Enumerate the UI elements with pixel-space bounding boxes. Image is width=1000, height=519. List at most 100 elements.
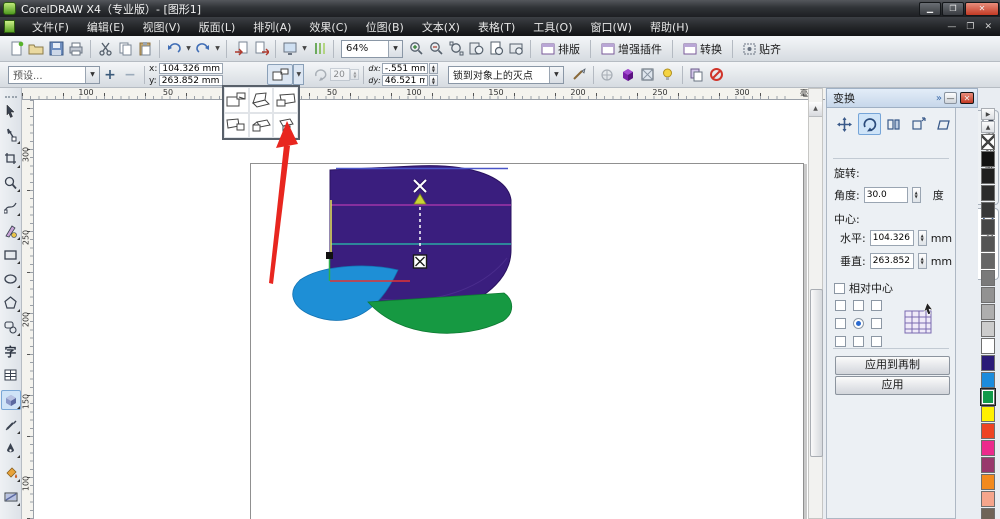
extrude-back-small-icon[interactable] <box>224 87 249 113</box>
node-handle[interactable] <box>326 252 333 259</box>
anchor-top-center[interactable] <box>853 300 864 311</box>
anchor-top-left[interactable] <box>835 300 846 311</box>
anchor-middle-right[interactable] <box>871 318 882 329</box>
palette-swatch-yellow[interactable] <box>981 406 995 422</box>
zoom-all-icon[interactable] <box>466 39 486 59</box>
palette-swatch-gray-30[interactable] <box>981 270 995 286</box>
menu-item-2[interactable]: 视图(V) <box>133 17 189 36</box>
ellipse-tool[interactable] <box>2 270 20 288</box>
palette-swatch-none[interactable] <box>981 134 995 150</box>
palette-swatch-green[interactable] <box>980 388 996 406</box>
paste-icon[interactable] <box>135 39 155 59</box>
polygon-tool[interactable] <box>2 294 20 312</box>
anchor-middle-left[interactable] <box>835 318 846 329</box>
skew-icon[interactable] <box>932 113 955 135</box>
scrollbar-thumb[interactable] <box>810 289 823 457</box>
extrude-type-icon[interactable] <box>267 64 294 85</box>
extrude-color-icon[interactable] <box>618 65 638 85</box>
menu-item-0[interactable]: 文件(F) <box>23 17 78 36</box>
menu-item-5[interactable]: 效果(C) <box>300 17 356 36</box>
palette-swatch-salmon[interactable] <box>981 491 995 507</box>
fill-tool[interactable] <box>2 464 20 482</box>
save-icon[interactable] <box>46 39 66 59</box>
extrude-back-right-icon[interactable] <box>273 87 298 113</box>
cut-icon[interactable] <box>95 39 115 59</box>
zoom-page-icon[interactable] <box>486 39 506 59</box>
bevel-icon[interactable] <box>638 65 658 85</box>
copy-icon[interactable] <box>115 39 135 59</box>
palette-swatch-orange-red[interactable] <box>981 423 995 439</box>
snap-toolbar-button[interactable]: 贴齐 <box>737 39 787 59</box>
zoom-tool[interactable] <box>2 174 20 192</box>
vp-y-input[interactable] <box>381 75 428 86</box>
palette-swatch-black[interactable] <box>981 151 995 167</box>
rectangle-tool[interactable] <box>2 246 20 264</box>
angle-input[interactable] <box>863 187 908 203</box>
undo-dropdown-icon[interactable]: ▼ <box>184 45 193 52</box>
size-icon[interactable] <box>907 113 930 135</box>
table-tool[interactable] <box>2 366 20 384</box>
horizontal-input[interactable] <box>869 230 914 246</box>
zoom-selected-icon[interactable] <box>446 39 466 59</box>
menu-item-4[interactable]: 排列(A) <box>244 17 300 36</box>
doc-minimize-button[interactable]: — <box>947 22 956 32</box>
menu-item-3[interactable]: 版面(L) <box>190 17 245 36</box>
preset-combo-arrow-icon[interactable]: ▼ <box>85 66 99 83</box>
vanishing-point-combo[interactable]: 锁到对象上的灭点 ▼ <box>447 65 564 84</box>
palette-swatch-plum[interactable] <box>981 457 995 473</box>
pie-chart-drawing[interactable] <box>34 100 808 519</box>
docker-close-button[interactable]: ✕ <box>960 92 974 104</box>
vp-combo-arrow-icon[interactable]: ▼ <box>548 66 563 83</box>
app-launcher-icon[interactable] <box>280 39 300 59</box>
rotation-icon[interactable] <box>857 113 881 135</box>
menu-item-7[interactable]: 文本(X) <box>413 17 469 36</box>
freehand-tool[interactable] <box>2 198 20 216</box>
palette-swatch-gray-10[interactable] <box>981 304 995 320</box>
anchor-top-right[interactable] <box>871 300 882 311</box>
relative-center-checkbox[interactable] <box>834 282 845 294</box>
palette-swatch-taupe[interactable] <box>981 508 995 519</box>
menu-item-11[interactable]: 帮助(H) <box>641 17 698 36</box>
convert-toolbar-button[interactable]: 转换 <box>677 39 728 59</box>
pick-tool[interactable] <box>2 102 20 120</box>
lighting-icon[interactable] <box>658 65 678 85</box>
vp-brush-icon[interactable] <box>569 65 589 85</box>
palette-options-icon[interactable]: ▶ <box>981 108 995 120</box>
extrude-back-parallel-icon[interactable] <box>248 112 274 138</box>
palette-swatch-blue[interactable] <box>981 372 995 388</box>
interactive-extrude-tool[interactable] <box>0 390 21 410</box>
vanishing-point-marker[interactable] <box>412 254 428 269</box>
zoom-level-combo[interactable]: 64% ▼ <box>341 39 403 58</box>
zoom-width-icon[interactable] <box>506 39 526 59</box>
smart-fill-tool[interactable] <box>2 222 20 240</box>
palette-swatch-gray-90[interactable] <box>981 168 995 184</box>
shape-tool[interactable] <box>2 126 20 144</box>
palette-swatch-white[interactable] <box>981 338 995 354</box>
print-icon[interactable] <box>66 39 86 59</box>
plugins-toolbar-button[interactable]: 增强插件 <box>595 39 668 59</box>
toolbox-drag-handle[interactable] <box>4 90 17 98</box>
restore-button[interactable]: ❐ <box>942 1 964 16</box>
extrude-front-parallel-icon[interactable] <box>273 112 298 138</box>
export-icon[interactable] <box>251 39 271 59</box>
menu-item-6[interactable]: 位图(B) <box>357 17 413 36</box>
docker-expand-icon[interactable]: » <box>936 93 942 104</box>
preset-combo[interactable]: 预设... ▼ <box>8 65 100 84</box>
vertical-ruler[interactable]: 300 250 200 150 100 <box>22 100 34 519</box>
palette-swatch-gray-60[interactable] <box>981 219 995 235</box>
palette-swatch-gray-80[interactable] <box>981 185 995 201</box>
docker-minimize-button[interactable]: — <box>944 92 957 104</box>
interactive-fill-tool[interactable] <box>2 488 20 506</box>
close-button[interactable]: ✕ <box>965 1 999 16</box>
app-launcher-dropdown-icon[interactable]: ▼ <box>300 45 309 52</box>
new-icon[interactable] <box>6 39 26 59</box>
copy-properties-icon[interactable] <box>687 65 707 85</box>
vertical-input[interactable] <box>869 253 914 269</box>
add-preset-icon[interactable]: + <box>100 65 120 85</box>
palette-swatch-gray-20[interactable] <box>981 287 995 303</box>
open-icon[interactable] <box>26 39 46 59</box>
scroll-up-icon[interactable]: ▲ <box>809 102 822 117</box>
redo-dropdown-icon[interactable]: ▼ <box>213 45 222 52</box>
text-tool[interactable]: 字 <box>2 342 20 360</box>
anchor-bottom-center[interactable] <box>853 336 864 347</box>
